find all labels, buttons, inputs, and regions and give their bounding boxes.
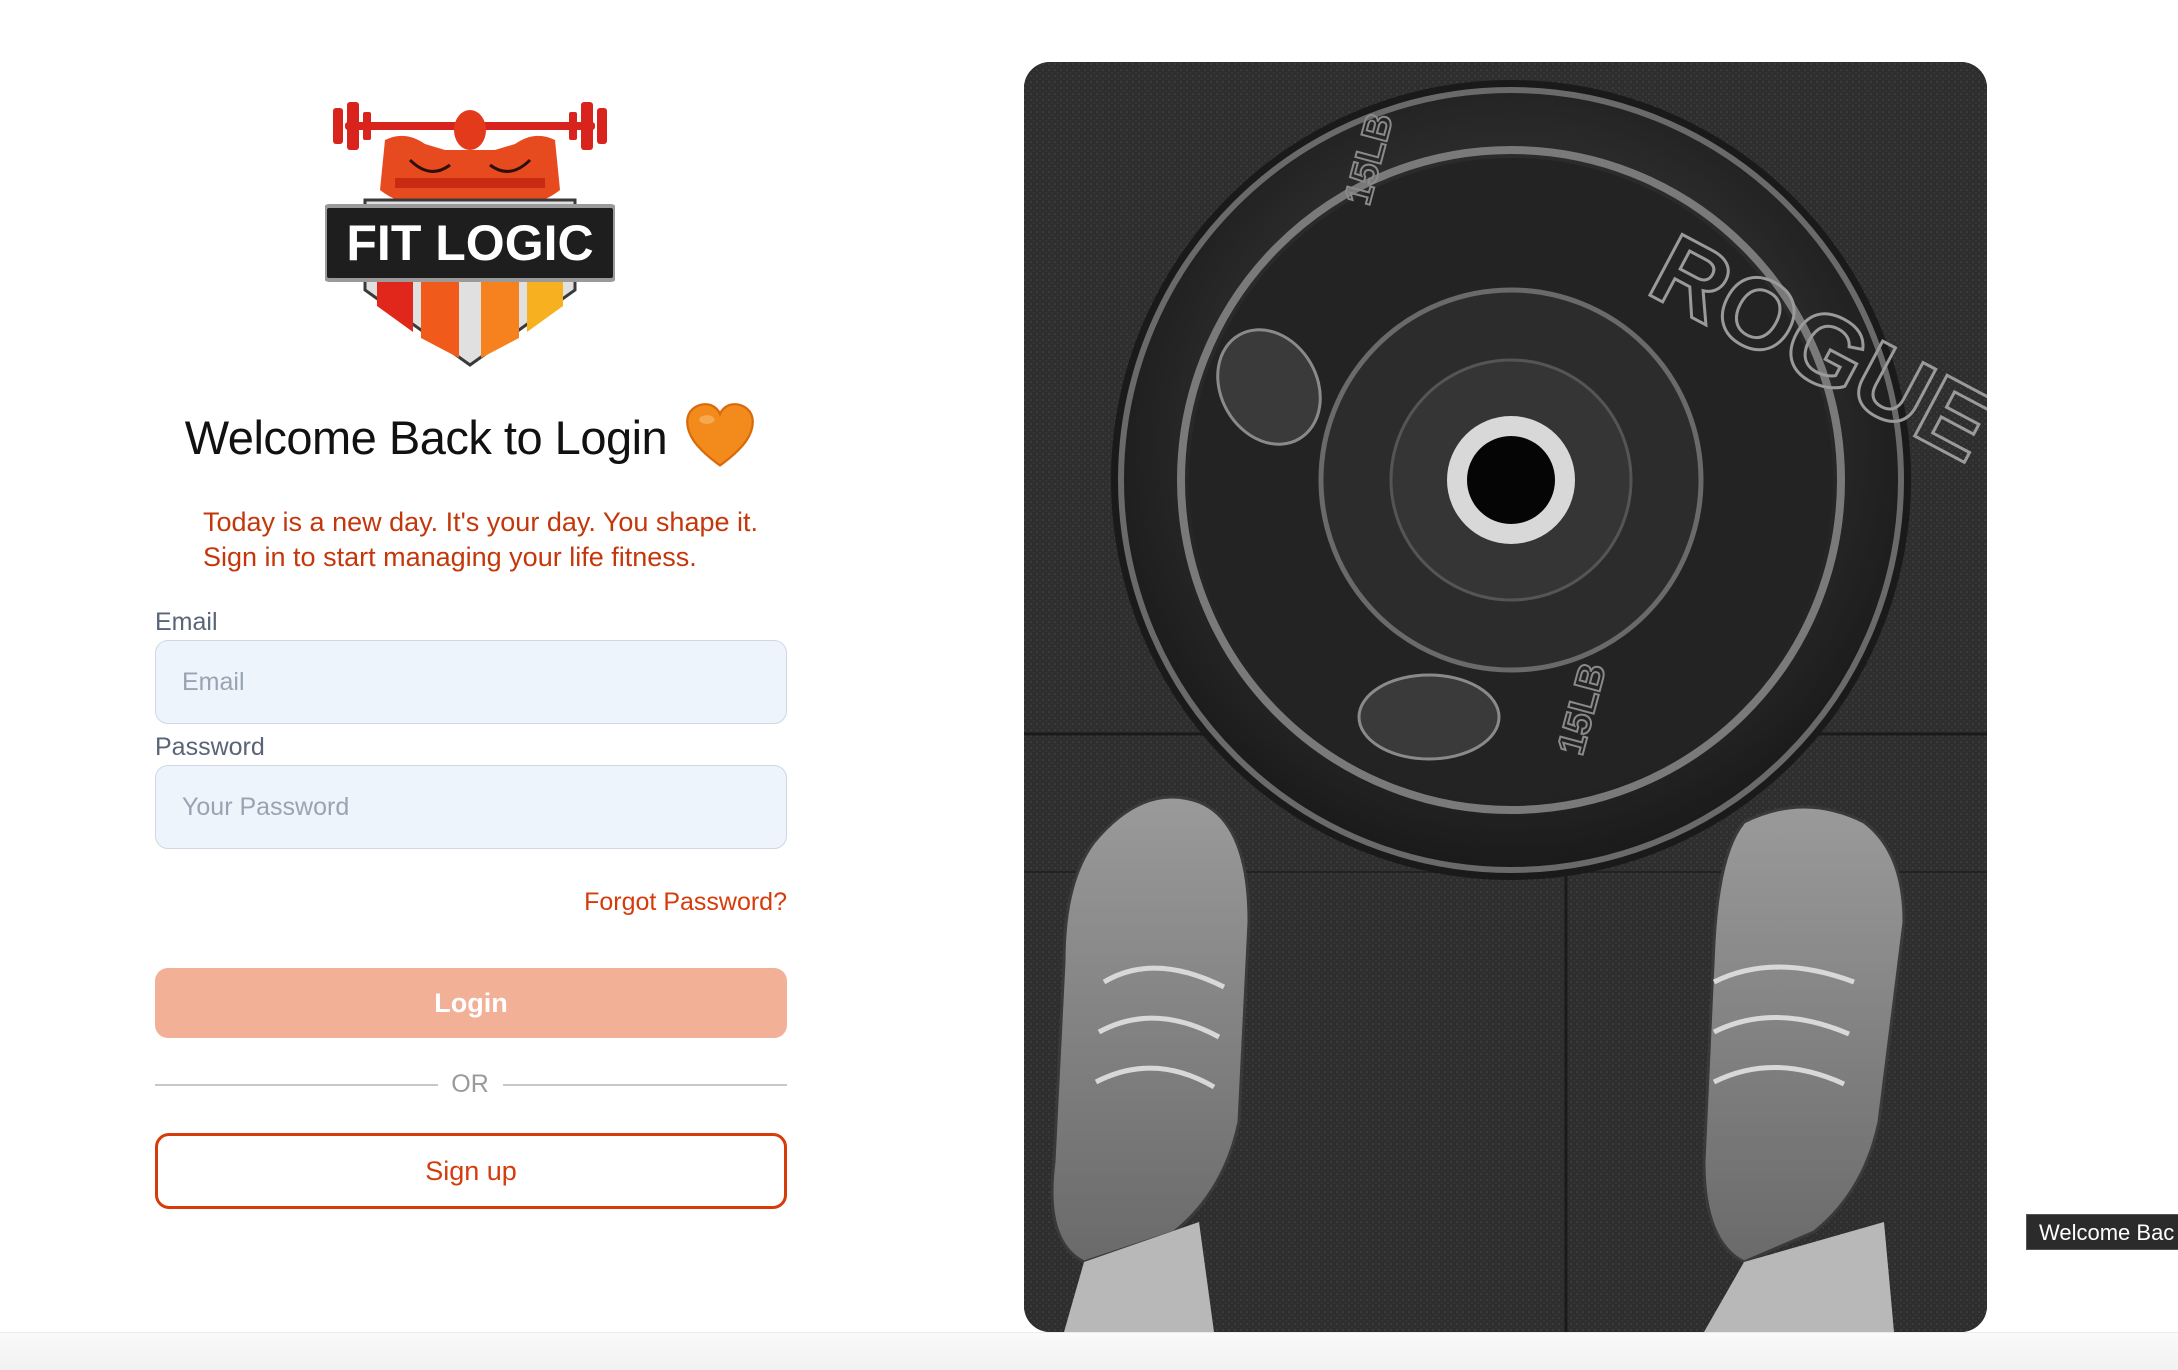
email-field[interactable]: [155, 640, 787, 724]
forgot-password-link[interactable]: Forgot Password?: [500, 888, 787, 917]
logo-text: FIT LOGIC: [346, 215, 593, 271]
page-title: Welcome Back to Login: [184, 410, 668, 464]
signup-button[interactable]: Sign up: [155, 1133, 787, 1209]
divider-right: [503, 1084, 787, 1086]
tagline-line-1: Today is a new day. It's your day. You s…: [203, 507, 758, 537]
orange-heart-icon: [686, 403, 755, 467]
tooltip: Welcome Bac: [2026, 1214, 2178, 1250]
or-divider-label: OR: [451, 1070, 489, 1098]
title-row: Welcome Back to Login: [155, 392, 785, 482]
login-button[interactable]: Login: [155, 968, 787, 1038]
password-field[interactable]: [155, 765, 787, 849]
tagline: Today is a new day. It's your day. You s…: [203, 505, 843, 575]
email-label: Email: [155, 608, 218, 636]
hero-image: ROGUE 15LB 15LB: [1024, 62, 1987, 1332]
fit-logic-logo: FIT LOGIC: [325, 102, 615, 367]
right-sneaker: [1702, 805, 1906, 1332]
password-label: Password: [155, 733, 265, 761]
divider-left: [155, 1084, 438, 1086]
login-page: FIT LOGIC Welcome Back to Login Today is…: [0, 0, 2178, 1370]
tagline-line-2: Sign in to start managing your life fitn…: [203, 542, 697, 572]
bottom-bar: [0, 1332, 2178, 1370]
